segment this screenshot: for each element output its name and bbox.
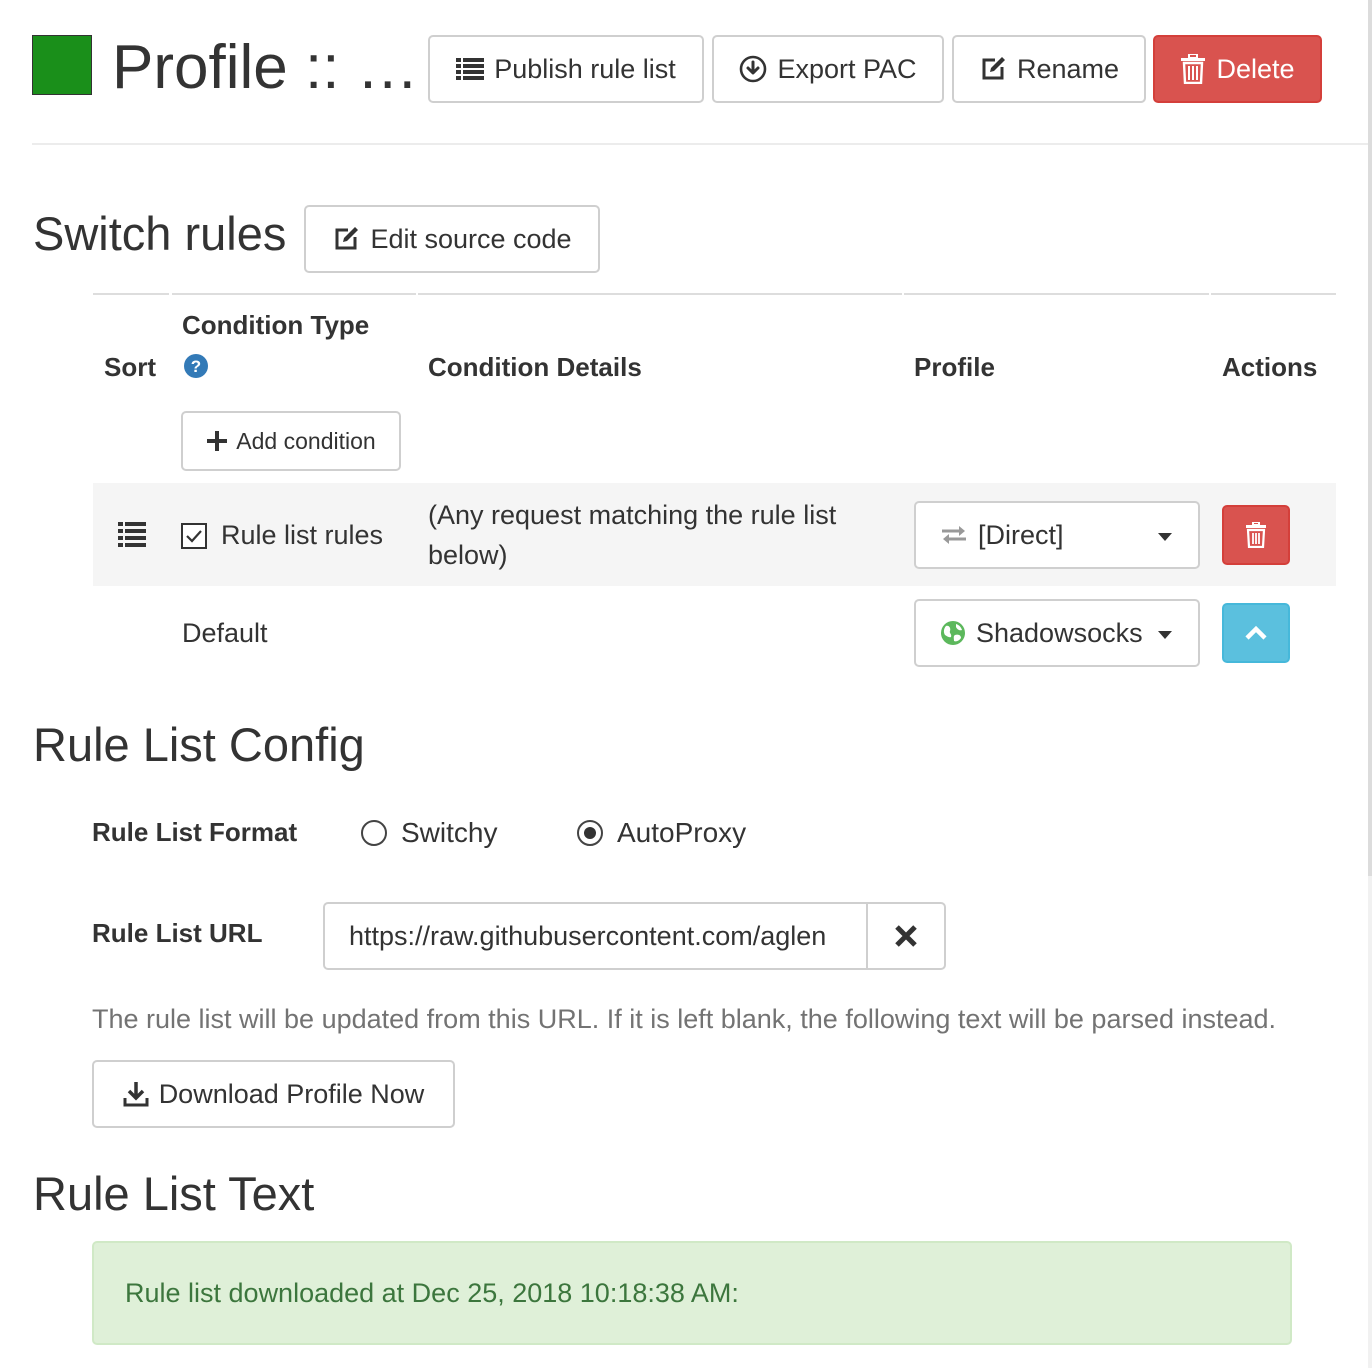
help-icon[interactable]: ?	[184, 354, 208, 378]
chevron-down-icon	[1158, 631, 1172, 639]
condition-details-line1: (Any request matching the rule list	[428, 500, 837, 530]
column-header-actions: Actions	[1222, 352, 1318, 382]
profile-color-swatch[interactable]	[32, 35, 92, 95]
delete-profile-button[interactable]: Delete	[1153, 35, 1322, 103]
column-header-profile: Profile	[914, 352, 995, 382]
header-divider	[32, 143, 1368, 145]
condition-details-line2: below)	[428, 540, 508, 570]
trash-icon	[1180, 54, 1206, 84]
table-header-rule	[93, 293, 169, 295]
delete-label: Delete	[1216, 53, 1295, 84]
rename-button[interactable]: Rename	[952, 35, 1146, 103]
download-status-text: Rule list downloaded at Dec 25, 2018 10:…	[125, 1277, 739, 1308]
condition-type-label: Rule list rules	[221, 520, 384, 550]
rule-list-url-input[interactable]	[323, 902, 868, 970]
edit-icon	[979, 55, 1007, 83]
format-radio-autoproxy[interactable]	[577, 820, 603, 846]
format-radio-switchy[interactable]	[361, 820, 387, 846]
edit-source-code-button[interactable]: Edit source code	[304, 205, 600, 273]
format-option-switchy[interactable]: Switchy	[401, 817, 497, 849]
page-title: Profile :: …	[112, 33, 419, 102]
add-condition-label: Add condition	[236, 427, 376, 454]
globe-icon	[940, 620, 966, 646]
format-option-autoproxy[interactable]: AutoProxy	[617, 817, 746, 849]
rule-profile-value: [Direct]	[978, 519, 1064, 550]
column-header-condition-type: Condition Type	[182, 310, 370, 340]
column-header-condition-details: Condition Details	[428, 352, 642, 382]
default-rule-label: Default	[182, 618, 268, 648]
table-header-rule	[172, 293, 416, 295]
plus-icon	[206, 430, 228, 452]
default-profile-value: Shadowsocks	[976, 617, 1143, 648]
table-header-rule	[904, 293, 1209, 295]
page-scrollbar[interactable]	[1368, 0, 1372, 1368]
delete-rule-button[interactable]	[1222, 505, 1290, 565]
download-status-alert: Rule list downloaded at Dec 25, 2018 10:…	[92, 1241, 1292, 1345]
chevron-up-icon	[1244, 625, 1268, 641]
default-profile-select[interactable]: Shadowsocks	[914, 599, 1200, 667]
add-condition-button[interactable]: Add condition	[181, 411, 401, 471]
column-header-sort: Sort	[104, 352, 156, 382]
edit-source-code-label: Edit source code	[370, 223, 572, 254]
switch-rules-heading: Switch rules	[33, 207, 287, 260]
chevron-down-icon	[1158, 533, 1172, 541]
checkbox-icon	[181, 523, 207, 549]
list-icon	[456, 57, 485, 81]
close-icon	[894, 924, 918, 948]
transfer-icon	[940, 524, 968, 546]
drag-handle-icon[interactable]	[118, 521, 146, 547]
rule-list-format-label: Rule List Format	[92, 817, 298, 847]
export-pac-button[interactable]: Export PAC	[712, 35, 944, 103]
rule-list-url-label: Rule List URL	[92, 918, 263, 948]
download-profile-label: Download Profile Now	[158, 1078, 425, 1109]
rule-list-config-heading: Rule List Config	[33, 718, 365, 771]
table-header-rule	[1211, 293, 1336, 295]
rule-profile-select[interactable]: [Direct]	[914, 501, 1200, 569]
export-pac-label: Export PAC	[777, 53, 917, 84]
move-up-button[interactable]	[1222, 603, 1290, 663]
download-circle-icon	[739, 55, 767, 83]
publish-rule-list-button[interactable]: Publish rule list	[428, 35, 704, 103]
table-header-rule	[418, 293, 902, 295]
trash-icon	[1245, 522, 1267, 548]
rule-list-url-help: The rule list will be updated from this …	[92, 1004, 1277, 1034]
download-icon	[123, 1081, 149, 1107]
edit-icon	[332, 225, 360, 253]
clear-url-button[interactable]	[866, 902, 946, 970]
rule-list-text-heading: Rule List Text	[33, 1167, 315, 1220]
svg-text:?: ?	[191, 357, 201, 376]
download-profile-button[interactable]: Download Profile Now	[92, 1060, 455, 1128]
publish-rule-list-label: Publish rule list	[494, 53, 676, 84]
rename-label: Rename	[1016, 53, 1120, 84]
